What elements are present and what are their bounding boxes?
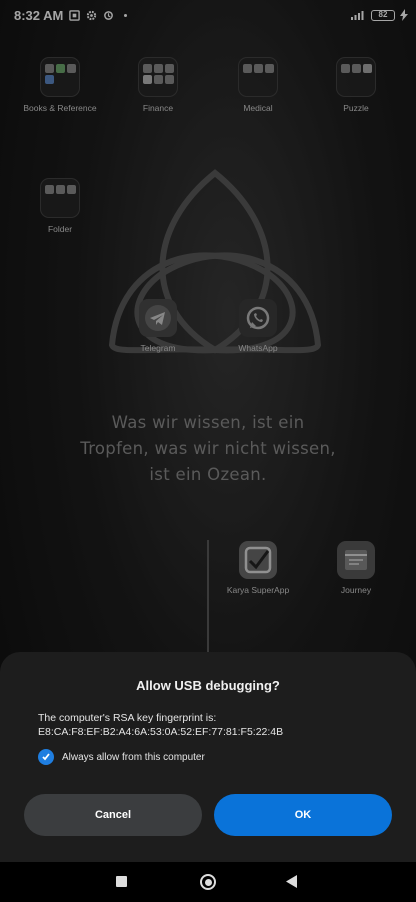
ok-button[interactable]: OK [214, 794, 392, 836]
always-allow-row[interactable]: Always allow from this computer [38, 749, 378, 765]
home-button[interactable] [200, 874, 216, 890]
checkmark-icon [42, 753, 50, 761]
dialog-message: The computer's RSA key fingerprint is: E… [38, 711, 378, 739]
back-button[interactable] [286, 875, 298, 888]
home-screen: 8:32 AM 82 Books & Reference Finance Med… [0, 0, 416, 902]
dialog-buttons: Cancel OK [24, 794, 392, 836]
dialog-message-text: The computer's RSA key fingerprint is: [38, 712, 217, 724]
checkbox-label: Always allow from this computer [62, 751, 205, 763]
home-dot-icon [204, 878, 212, 886]
navigation-bar [0, 862, 416, 902]
usb-debugging-dialog: Allow USB debugging? The computer's RSA … [0, 652, 416, 862]
rsa-fingerprint: E8:CA:F8:EF:B2:A4:6A:53:0A:52:EF:77:81:F… [38, 726, 284, 738]
dialog-title: Allow USB debugging? [136, 678, 280, 693]
always-allow-checkbox[interactable] [38, 749, 54, 765]
cancel-button[interactable]: Cancel [24, 794, 202, 836]
recents-button[interactable] [116, 876, 127, 887]
